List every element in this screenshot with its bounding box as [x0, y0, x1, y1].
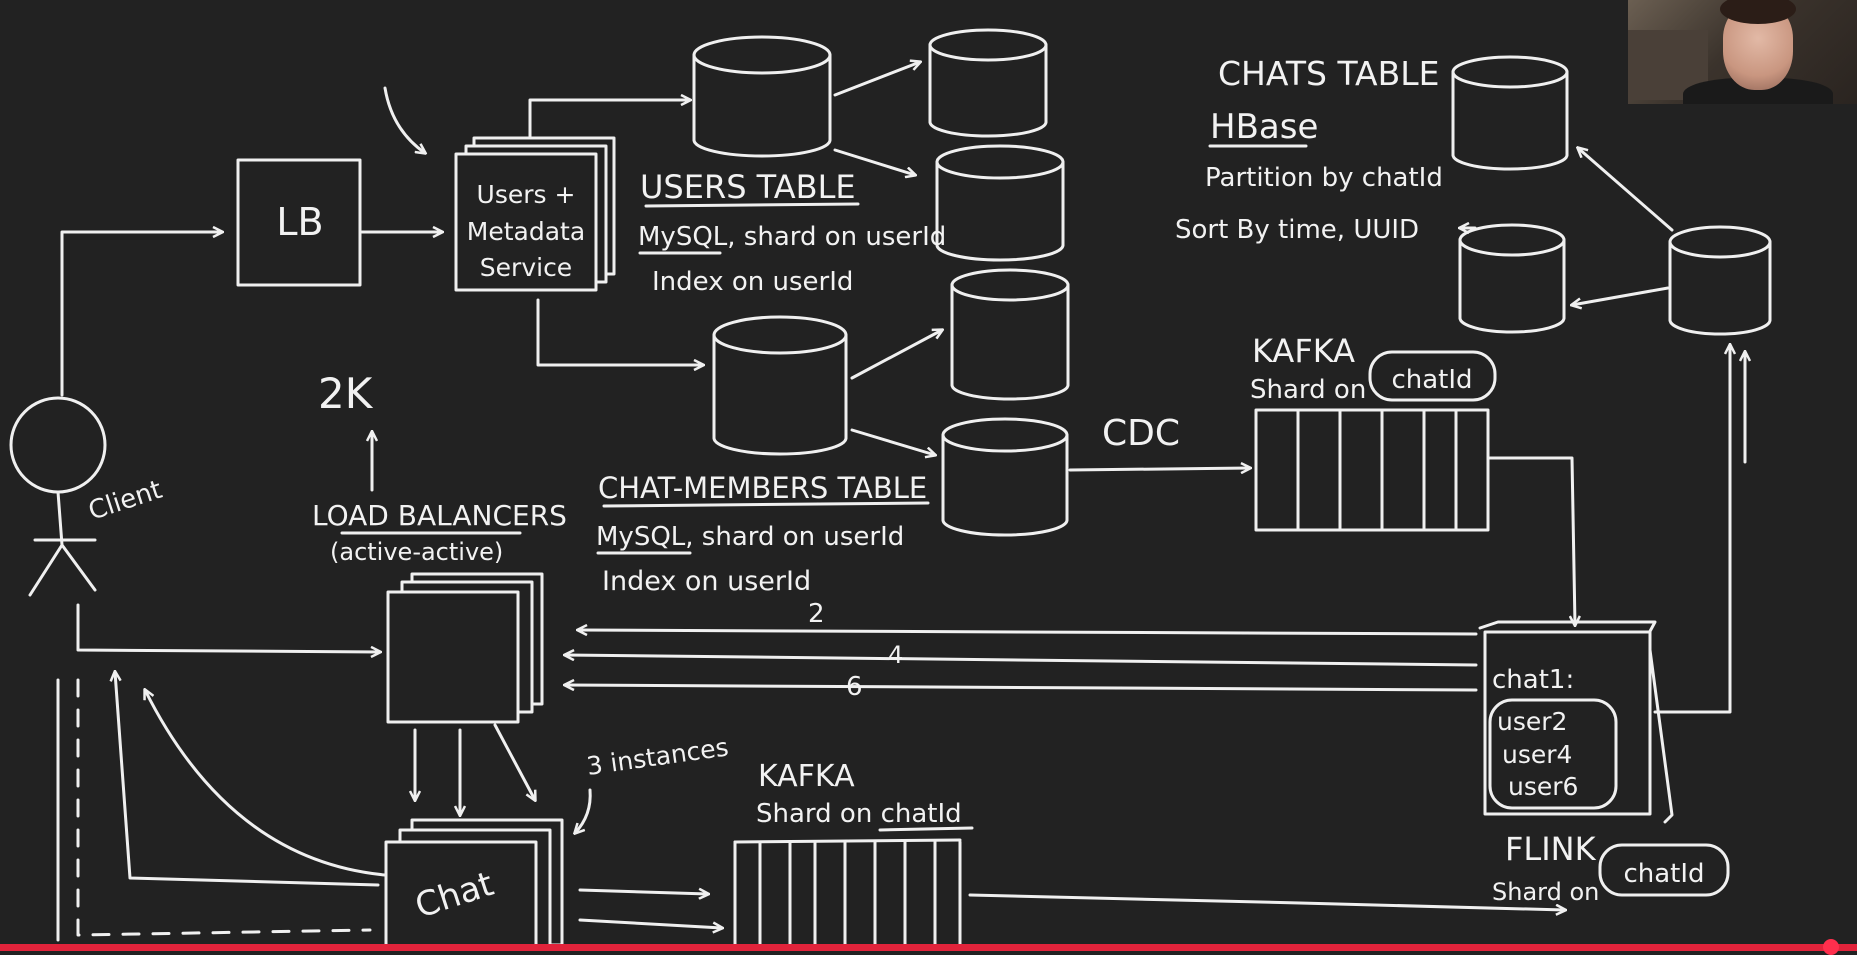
chats-table-note: CHATS TABLE HBase Partition by chatId So… — [1175, 54, 1443, 245]
client-actor: Client — [9, 396, 166, 597]
kafka-cdc-node: KAFKA Shard on chatId — [1250, 332, 1497, 532]
users-db-replica-1 — [928, 28, 1048, 138]
flink-to-lb-arrow-4 — [565, 655, 1478, 667]
chat-service-cluster: Chat — [384, 818, 564, 951]
system-design-diagram: Client LB Users + Metadata Service USERS… — [9, 28, 1772, 951]
flink-key: chatId — [1623, 859, 1704, 889]
edge-label-2: 2 — [808, 599, 825, 629]
pointer-arrow — [383, 86, 425, 153]
flink-label: FLINK Shard on chatId — [1492, 830, 1730, 906]
progress-scrubber-handle[interactable] — [1823, 939, 1839, 955]
load-balancers-mode: (active-active) — [330, 538, 503, 566]
video-progress-bar[interactable] — [0, 939, 1857, 955]
users-metadata-service-node: Users + Metadata Service — [454, 136, 616, 292]
chats-replication-arrow-2 — [1572, 286, 1670, 305]
users-table-index: Index on userId — [652, 267, 853, 297]
cdc-arrow — [1068, 468, 1250, 470]
flink-title: FLINK — [1505, 830, 1597, 868]
chat-members-title: CHAT-MEMBERS TABLE — [598, 471, 927, 505]
chat-members-db-primary — [712, 315, 848, 456]
users-service-line2: Metadata — [467, 217, 585, 246]
lb-node: LB — [236, 158, 362, 287]
kafka-chat-shard: Shard on chatId — [756, 799, 962, 829]
users-replication-arrow-1 — [833, 62, 920, 97]
kafka-to-flink-ingest-arrow — [968, 893, 1565, 910]
kafka-chat-node: KAFKA Shard on chatId — [733, 759, 974, 946]
members-replication-arrow-2 — [850, 428, 935, 455]
client-label: Client — [85, 475, 166, 527]
chat-members-db: MySQL, shard on userId — [596, 522, 904, 552]
chat-to-client-line-dashed — [76, 678, 372, 937]
flink-node: chat1: user2 user4 user6 — [1478, 620, 1674, 824]
kafka-to-flink-arrow — [1488, 456, 1575, 625]
users-service-line1: Users + — [477, 180, 576, 209]
kafka-cdc-shard: Shard on — [1250, 375, 1366, 405]
chat-members-index: Index on userId — [602, 566, 811, 597]
users-db-replica-2 — [935, 144, 1065, 262]
load-balancers-label: LOAD BALANCERS (active-active) — [312, 499, 567, 566]
chats-db-primary — [1668, 225, 1772, 336]
load-balancers-title: LOAD BALANCERS — [312, 499, 567, 532]
edge-label-6: 6 — [846, 672, 863, 702]
chat-to-client-arrow-2 — [145, 690, 387, 877]
chats-db-replica-1 — [1451, 55, 1569, 171]
flink-state-chat: chat1: — [1492, 665, 1574, 695]
kafka-chat-title: KAFKA — [758, 759, 855, 794]
users-table-note: USERS TABLE MySQL, shard on userId Index… — [638, 168, 946, 297]
users-db-primary — [692, 35, 832, 158]
chats-table-db: HBase — [1210, 107, 1318, 147]
chats-table-title: CHATS TABLE — [1218, 54, 1440, 93]
kafka-cdc-title: KAFKA — [1252, 332, 1355, 370]
chat-members-db-replica-1 — [950, 268, 1070, 401]
chats-table-partition: Partition by chatId — [1205, 163, 1443, 193]
chat-members-db-replica-2 — [941, 417, 1069, 537]
flink-state-user6: user6 — [1508, 772, 1578, 801]
flink-to-lb-arrow-2 — [578, 630, 1478, 634]
flink-state-user2: user2 — [1497, 707, 1567, 736]
edge-label-4: 4 — [888, 641, 903, 669]
flink-to-lb-arrow-6 — [565, 685, 1478, 692]
chat-to-kafka-arrow-2 — [578, 918, 722, 928]
instances-pointer — [575, 788, 592, 833]
flink-state-user4: user4 — [1502, 740, 1572, 769]
chat-to-client-arrow-1 — [115, 672, 380, 887]
client-to-lb-arrow — [60, 232, 222, 397]
kafka-cdc-key: chatId — [1391, 365, 1472, 395]
service-to-users-db-arrow — [528, 100, 690, 140]
scale-2k-label: 2K — [318, 369, 374, 418]
chats-table-sort: Sort By time, UUID — [1175, 215, 1419, 245]
flink-to-chats-db-arrow — [1653, 345, 1730, 714]
flink-shard: Shard on — [1492, 878, 1599, 906]
lb-label: LB — [276, 200, 323, 244]
lb-to-chat-arrow-3 — [493, 723, 535, 800]
chat-to-kafka-arrow-1 — [578, 890, 708, 894]
chat-members-table-note: CHAT-MEMBERS TABLE MySQL, shard on userI… — [596, 471, 930, 597]
chats-db-replica-2 — [1458, 223, 1566, 334]
members-replication-arrow-1 — [850, 330, 942, 380]
users-service-line3: Service — [480, 253, 572, 282]
users-table-db: MySQL, shard on userId — [638, 222, 946, 252]
load-balancer-cluster — [386, 572, 544, 724]
service-to-members-db-arrow — [536, 298, 703, 365]
users-table-title: USERS TABLE — [640, 168, 856, 206]
chats-replication-arrow-1 — [1578, 148, 1674, 232]
instances-label: 3 instances — [585, 732, 730, 781]
client-to-lb-cluster-arrow — [76, 603, 380, 652]
cdc-label: CDC — [1102, 413, 1180, 454]
presenter-webcam — [1628, 0, 1857, 104]
